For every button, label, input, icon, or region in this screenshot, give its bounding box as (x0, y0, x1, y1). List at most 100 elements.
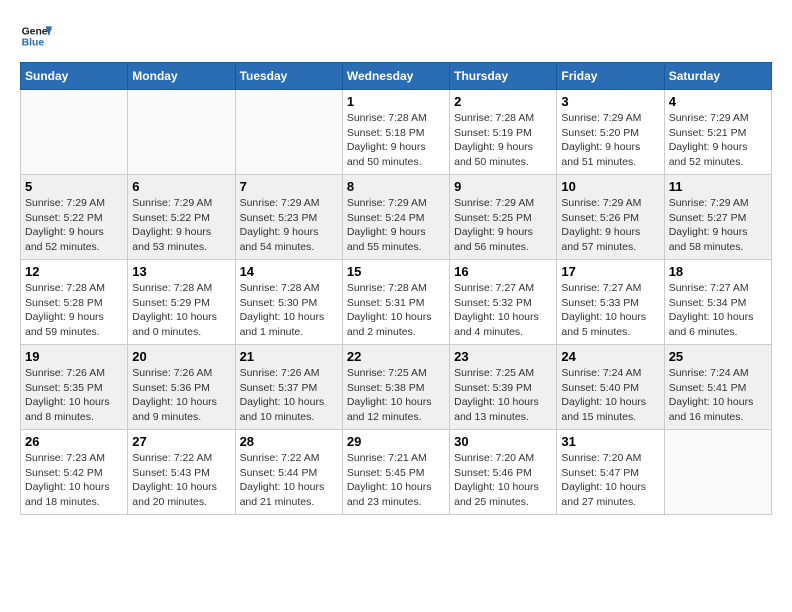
day-info: Sunrise: 7:28 AMSunset: 5:30 PMDaylight:… (240, 281, 338, 340)
day-number: 28 (240, 434, 338, 449)
day-info: Sunrise: 7:29 AMSunset: 5:23 PMDaylight:… (240, 196, 338, 255)
calendar-cell: 9 Sunrise: 7:29 AMSunset: 5:25 PMDaylight… (450, 175, 557, 260)
day-info: Sunrise: 7:29 AMSunset: 5:24 PMDaylight:… (347, 196, 445, 255)
calendar-cell (128, 90, 235, 175)
calendar-cell: 10 Sunrise: 7:29 AMSunset: 5:26 PMDayligh… (557, 175, 664, 260)
calendar-cell: 8 Sunrise: 7:29 AMSunset: 5:24 PMDaylight… (342, 175, 449, 260)
calendar-week-row: 19 Sunrise: 7:26 AMSunset: 5:35 PMDayligh… (21, 345, 772, 430)
day-info: Sunrise: 7:29 AMSunset: 5:26 PMDaylight:… (561, 196, 659, 255)
day-info: Sunrise: 7:23 AMSunset: 5:42 PMDaylight:… (25, 451, 123, 510)
calendar-cell (235, 90, 342, 175)
day-number: 13 (132, 264, 230, 279)
day-info: Sunrise: 7:26 AMSunset: 5:35 PMDaylight:… (25, 366, 123, 425)
calendar-cell: 28 Sunrise: 7:22 AMSunset: 5:44 PMDayligh… (235, 430, 342, 515)
day-info: Sunrise: 7:28 AMSunset: 5:28 PMDaylight:… (25, 281, 123, 340)
calendar-cell (21, 90, 128, 175)
calendar-cell: 6 Sunrise: 7:29 AMSunset: 5:22 PMDaylight… (128, 175, 235, 260)
calendar-cell: 22Sunrise: 7:25 AMSunset: 5:38 PMDayligh… (342, 345, 449, 430)
day-number: 14 (240, 264, 338, 279)
calendar-cell: 5 Sunrise: 7:29 AMSunset: 5:22 PMDaylight… (21, 175, 128, 260)
day-number: 2 (454, 94, 552, 109)
day-number: 18 (669, 264, 767, 279)
day-number: 26 (25, 434, 123, 449)
day-info: Sunrise: 7:29 AMSunset: 5:25 PMDaylight:… (454, 196, 552, 255)
day-number: 6 (132, 179, 230, 194)
day-number: 25 (669, 349, 767, 364)
calendar-week-row: 26 Sunrise: 7:23 AMSunset: 5:42 PMDayligh… (21, 430, 772, 515)
day-number: 19 (25, 349, 123, 364)
calendar-cell: 17 Sunrise: 7:27 AMSunset: 5:33 PMDayligh… (557, 260, 664, 345)
calendar-cell: 27Sunrise: 7:22 AMSunset: 5:43 PMDayligh… (128, 430, 235, 515)
calendar-cell: 14 Sunrise: 7:28 AMSunset: 5:30 PMDayligh… (235, 260, 342, 345)
day-number: 1 (347, 94, 445, 109)
day-info: Sunrise: 7:24 AMSunset: 5:40 PMDaylight:… (561, 366, 659, 425)
day-info: Sunrise: 7:28 AMSunset: 5:19 PMDaylight:… (454, 111, 552, 170)
day-number: 3 (561, 94, 659, 109)
calendar-week-row: 12 Sunrise: 7:28 AMSunset: 5:28 PMDayligh… (21, 260, 772, 345)
day-number: 20 (132, 349, 230, 364)
logo-icon: General Blue (20, 20, 52, 52)
day-info: Sunrise: 7:21 AMSunset: 5:45 PMDaylight:… (347, 451, 445, 510)
day-number: 24 (561, 349, 659, 364)
day-number: 15 (347, 264, 445, 279)
day-number: 10 (561, 179, 659, 194)
calendar-table: SundayMondayTuesdayWednesdayThursdayFrid… (20, 62, 772, 515)
calendar-cell: 16Sunrise: 7:27 AMSunset: 5:32 PMDayligh… (450, 260, 557, 345)
weekday-header-monday: Monday (128, 63, 235, 90)
day-number: 21 (240, 349, 338, 364)
day-number: 23 (454, 349, 552, 364)
day-number: 30 (454, 434, 552, 449)
day-info: Sunrise: 7:29 AMSunset: 5:22 PMDaylight:… (132, 196, 230, 255)
weekday-header-thursday: Thursday (450, 63, 557, 90)
day-info: Sunrise: 7:25 AMSunset: 5:39 PMDaylight:… (454, 366, 552, 425)
day-info: Sunrise: 7:22 AMSunset: 5:44 PMDaylight:… (240, 451, 338, 510)
calendar-cell: 3 Sunrise: 7:29 AMSunset: 5:20 PMDaylight… (557, 90, 664, 175)
day-info: Sunrise: 7:28 AMSunset: 5:18 PMDaylight:… (347, 111, 445, 170)
svg-text:Blue: Blue (22, 38, 45, 49)
day-number: 8 (347, 179, 445, 194)
calendar-cell: 20Sunrise: 7:26 AMSunset: 5:36 PMDayligh… (128, 345, 235, 430)
page-header: General Blue (20, 20, 772, 52)
calendar-cell: 1 Sunrise: 7:28 AMSunset: 5:18 PMDaylight… (342, 90, 449, 175)
calendar-cell: 26 Sunrise: 7:23 AMSunset: 5:42 PMDayligh… (21, 430, 128, 515)
day-number: 4 (669, 94, 767, 109)
day-info: Sunrise: 7:20 AMSunset: 5:47 PMDaylight:… (561, 451, 659, 510)
calendar-cell: 15 Sunrise: 7:28 AMSunset: 5:31 PMDayligh… (342, 260, 449, 345)
calendar-cell: 12 Sunrise: 7:28 AMSunset: 5:28 PMDayligh… (21, 260, 128, 345)
calendar-cell: 29 Sunrise: 7:21 AMSunset: 5:45 PMDayligh… (342, 430, 449, 515)
weekday-header-row: SundayMondayTuesdayWednesdayThursdayFrid… (21, 63, 772, 90)
calendar-cell: 19 Sunrise: 7:26 AMSunset: 5:35 PMDayligh… (21, 345, 128, 430)
day-number: 31 (561, 434, 659, 449)
day-info: Sunrise: 7:24 AMSunset: 5:41 PMDaylight:… (669, 366, 767, 425)
calendar-week-row: 1 Sunrise: 7:28 AMSunset: 5:18 PMDaylight… (21, 90, 772, 175)
day-number: 29 (347, 434, 445, 449)
calendar-cell: 31 Sunrise: 7:20 AMSunset: 5:47 PMDayligh… (557, 430, 664, 515)
day-number: 11 (669, 179, 767, 194)
day-number: 17 (561, 264, 659, 279)
calendar-cell: 24 Sunrise: 7:24 AMSunset: 5:40 PMDayligh… (557, 345, 664, 430)
day-info: Sunrise: 7:29 AMSunset: 5:21 PMDaylight:… (669, 111, 767, 170)
day-info: Sunrise: 7:27 AMSunset: 5:33 PMDaylight:… (561, 281, 659, 340)
day-number: 9 (454, 179, 552, 194)
day-info: Sunrise: 7:29 AMSunset: 5:22 PMDaylight:… (25, 196, 123, 255)
calendar-cell: 11 Sunrise: 7:29 AMSunset: 5:27 PMDayligh… (664, 175, 771, 260)
day-info: Sunrise: 7:28 AMSunset: 5:29 PMDaylight:… (132, 281, 230, 340)
calendar-cell: 2 Sunrise: 7:28 AMSunset: 5:19 PMDaylight… (450, 90, 557, 175)
day-number: 5 (25, 179, 123, 194)
weekday-header-tuesday: Tuesday (235, 63, 342, 90)
calendar-cell: 21 Sunrise: 7:26 AMSunset: 5:37 PMDayligh… (235, 345, 342, 430)
day-info: Sunrise: 7:28 AMSunset: 5:31 PMDaylight:… (347, 281, 445, 340)
calendar-cell: 25 Sunrise: 7:24 AMSunset: 5:41 PMDayligh… (664, 345, 771, 430)
day-number: 22 (347, 349, 445, 364)
day-info: Sunrise: 7:22 AMSunset: 5:43 PMDaylight:… (132, 451, 230, 510)
calendar-cell: 13 Sunrise: 7:28 AMSunset: 5:29 PMDayligh… (128, 260, 235, 345)
calendar-cell: 30Sunrise: 7:20 AMSunset: 5:46 PMDayligh… (450, 430, 557, 515)
calendar-cell: 4 Sunrise: 7:29 AMSunset: 5:21 PMDaylight… (664, 90, 771, 175)
day-info: Sunrise: 7:29 AMSunset: 5:20 PMDaylight:… (561, 111, 659, 170)
weekday-header-friday: Friday (557, 63, 664, 90)
calendar-week-row: 5 Sunrise: 7:29 AMSunset: 5:22 PMDaylight… (21, 175, 772, 260)
day-number: 12 (25, 264, 123, 279)
day-info: Sunrise: 7:29 AMSunset: 5:27 PMDaylight:… (669, 196, 767, 255)
day-number: 16 (454, 264, 552, 279)
day-info: Sunrise: 7:26 AMSunset: 5:37 PMDaylight:… (240, 366, 338, 425)
